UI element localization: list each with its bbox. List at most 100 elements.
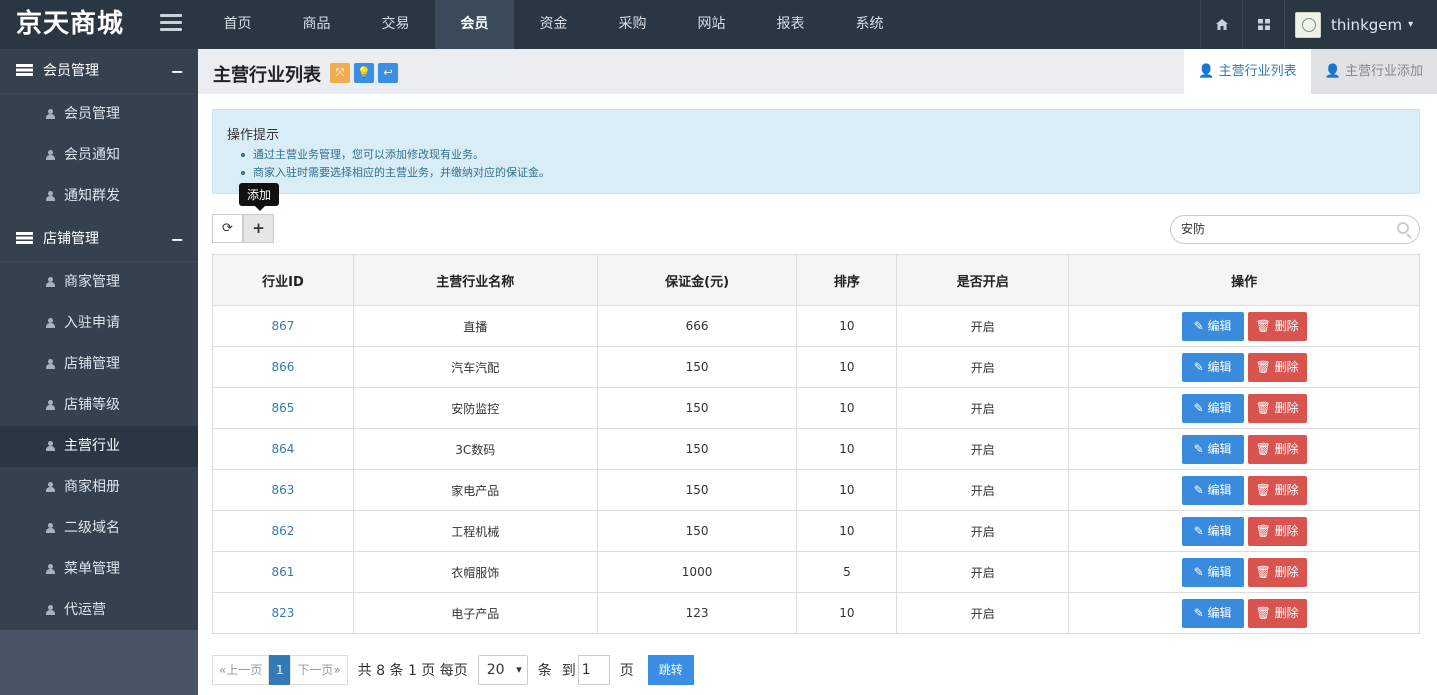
sidebar-item-store-manage[interactable]: 店铺管理 (0, 344, 198, 385)
tip-item: 商家入驻时需要选择相应的主营业务，并缴纳对应的保证金。 (241, 164, 1405, 182)
delete-button[interactable]: 🗑 删除 (1247, 352, 1307, 382)
delete-button[interactable]: 🗑 删除 (1247, 475, 1307, 505)
user-icon: 👤 (1198, 64, 1215, 79)
cell-id[interactable]: 863 (212, 469, 354, 511)
refresh-button[interactable]: ⟳ (212, 214, 243, 243)
nav-member[interactable]: 会员 (435, 0, 514, 49)
search-input[interactable]: 安防 (1170, 215, 1420, 244)
sidebar-item-store-level[interactable]: 店铺等级 (0, 385, 198, 426)
cell-id[interactable]: 823 (212, 592, 354, 634)
col-header-sort[interactable]: 排序 (796, 254, 898, 306)
sidebar-item-notice-broadcast[interactable]: 通知群发 (0, 176, 198, 217)
current-page-button[interactable]: 1 (269, 655, 291, 685)
user-icon (46, 482, 55, 492)
nav-purchase[interactable]: 采购 (593, 0, 672, 49)
delete-button[interactable]: 🗑 删除 (1247, 434, 1307, 464)
sidebar-item-menu[interactable]: 菜单管理 (0, 549, 198, 590)
sidebar-item-album[interactable]: 商家相册 (0, 467, 198, 508)
sidebar-item-label: 代运营 (64, 602, 106, 618)
cell-actions: ✎ 编辑 🗑 删除 (1068, 551, 1420, 593)
nav-finance[interactable]: 资金 (514, 0, 593, 49)
cell-open: 开启 (896, 592, 1070, 634)
edit-button[interactable]: ✎ 编辑 (1181, 598, 1244, 628)
sidebar-item-member-notice[interactable]: 会员通知 (0, 135, 198, 176)
nav-home[interactable]: 首页 (198, 0, 277, 49)
delete-button[interactable]: 🗑 删除 (1247, 393, 1307, 423)
table-row: 867 直播 666 10 开启 ✎ 编辑 🗑 删除 (212, 305, 1420, 347)
sidebar-item-label: 主营行业 (64, 438, 120, 454)
cell-id[interactable]: 864 (212, 428, 354, 470)
delete-button[interactable]: 🗑 删除 (1247, 516, 1307, 546)
prev-page-button[interactable]: «上一页 (212, 655, 270, 685)
trash-icon: 🗑 (1255, 318, 1271, 333)
fullscreen-icon[interactable]: ⤧ (330, 63, 350, 83)
col-header-id[interactable]: 行业ID (212, 254, 354, 306)
nav-website[interactable]: 网站 (672, 0, 751, 49)
tab-industry-add[interactable]: 👤 主营行业添加 (1310, 49, 1437, 94)
back-icon[interactable]: ↩ (378, 63, 398, 83)
col-header-name[interactable]: 主营行业名称 (352, 254, 598, 306)
lightbulb-icon[interactable]: 💡 (354, 63, 374, 83)
edit-button[interactable]: ✎ 编辑 (1181, 516, 1244, 546)
grid-icon[interactable] (1242, 0, 1284, 49)
delete-button[interactable]: 🗑 删除 (1247, 311, 1307, 341)
sidebar-group-member[interactable]: 会员管理 − (0, 49, 198, 94)
table-row: 823 电子产品 123 10 开启 ✎ 编辑 🗑 删除 (212, 592, 1420, 634)
cell-open: 开启 (896, 510, 1070, 552)
collapse-icon[interactable]: − (171, 49, 184, 94)
search-value: 安防 (1181, 222, 1206, 236)
edit-label: 编辑 (1207, 318, 1232, 333)
nav-report[interactable]: 报表 (751, 0, 830, 49)
cell-actions: ✎ 编辑 🗑 删除 (1068, 510, 1420, 552)
cell-id[interactable]: 866 (212, 346, 354, 388)
edit-button[interactable]: ✎ 编辑 (1181, 434, 1244, 464)
edit-label: 编辑 (1207, 605, 1232, 620)
tab-industry-list[interactable]: 👤 主营行业列表 (1184, 49, 1311, 94)
page-size-select[interactable]: 20 (477, 655, 528, 685)
edit-button[interactable]: ✎ 编辑 (1181, 393, 1244, 423)
cell-id[interactable]: 867 (212, 305, 354, 347)
add-button[interactable]: + (243, 214, 274, 243)
cell-id[interactable]: 861 (212, 551, 354, 593)
sidebar-item-member-manage[interactable]: 会员管理 (0, 94, 198, 135)
collapse-icon[interactable]: − (171, 217, 184, 262)
menu-toggle-icon[interactable] (160, 14, 182, 34)
col-header-open[interactable]: 是否开启 (896, 254, 1070, 306)
list-icon (16, 64, 33, 76)
search-icon[interactable] (1397, 222, 1409, 234)
delete-button[interactable]: 🗑 删除 (1247, 557, 1307, 587)
user-icon: 👤 (1324, 64, 1341, 79)
goto-page-input[interactable]: 1 (577, 655, 610, 685)
sidebar-group-store[interactable]: 店铺管理 − (0, 217, 198, 262)
tips-list: 通过主营业务管理，您可以添加修改现有业务。 商家入驻时需要选择相应的主营业务，并… (227, 146, 1405, 182)
app-logo[interactable]: 京天商城 (0, 0, 150, 49)
edit-button[interactable]: ✎ 编辑 (1181, 475, 1244, 505)
trash-icon: 🗑 (1255, 482, 1271, 497)
sidebar-item-agency[interactable]: 代运营 (0, 590, 198, 631)
home-icon[interactable] (1200, 0, 1242, 49)
user-menu[interactable]: thinkgem ▾ (1284, 0, 1437, 49)
nav-trade[interactable]: 交易 (356, 0, 435, 49)
edit-button[interactable]: ✎ 编辑 (1181, 352, 1244, 382)
sidebar-item-merchant[interactable]: 商家管理 (0, 262, 198, 303)
tip-item: 通过主营业务管理，您可以添加修改现有业务。 (241, 146, 1405, 164)
nav-system[interactable]: 系统 (830, 0, 909, 49)
col-header-deposit[interactable]: 保证金(元) (596, 254, 798, 306)
cell-id[interactable]: 865 (212, 387, 354, 429)
delete-button[interactable]: 🗑 删除 (1247, 598, 1307, 628)
sidebar-group-label: 店铺管理 (43, 231, 99, 247)
top-nav: 首页 商品 交易 会员 资金 采购 网站 报表 系统 (198, 0, 909, 49)
cell-id[interactable]: 862 (212, 510, 354, 552)
jump-button[interactable]: 跳转 (647, 655, 694, 685)
user-icon (46, 359, 55, 369)
edit-button[interactable]: ✎ 编辑 (1181, 311, 1244, 341)
edit-button[interactable]: ✎ 编辑 (1181, 557, 1244, 587)
cell-actions: ✎ 编辑 🗑 删除 (1068, 469, 1420, 511)
sidebar-item-industry[interactable]: 主营行业 (0, 426, 198, 467)
cell-actions: ✎ 编辑 🗑 删除 (1068, 346, 1420, 388)
nav-goods[interactable]: 商品 (277, 0, 356, 49)
pager-summary: 共 8 条 1 页 每页 (357, 663, 468, 679)
sidebar-item-apply[interactable]: 入驻申请 (0, 303, 198, 344)
sidebar-item-subdomain[interactable]: 二级域名 (0, 508, 198, 549)
next-page-button[interactable]: 下一页» (290, 655, 348, 685)
